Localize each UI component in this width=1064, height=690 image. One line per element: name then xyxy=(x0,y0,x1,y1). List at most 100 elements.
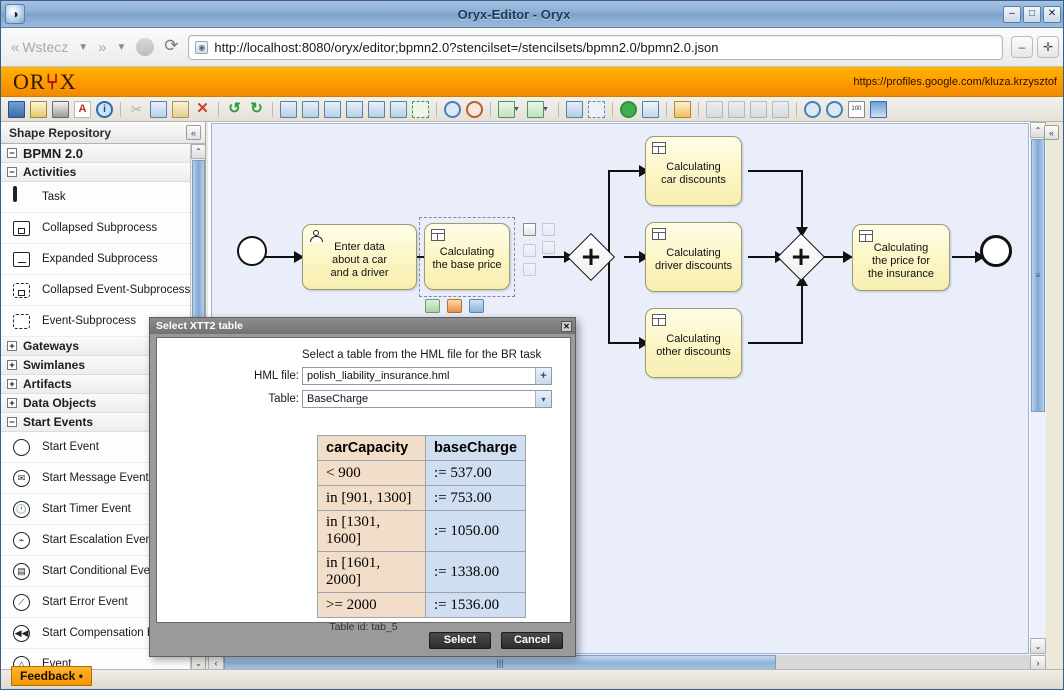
bring-to-front-button[interactable] xyxy=(704,100,725,118)
zoom-in-editor-button[interactable] xyxy=(442,100,463,118)
start-event[interactable] xyxy=(237,236,267,266)
parallel-gateway-join[interactable]: + xyxy=(776,232,826,282)
sidebar-group-bpmn-2-0[interactable]: − BPMN 2.0 xyxy=(1,144,191,163)
expand-icon[interactable]: + xyxy=(7,360,17,370)
close-button[interactable]: ✕ xyxy=(1043,5,1061,23)
user-profile-link[interactable]: https://profiles.google.com/kluza.krzysz… xyxy=(853,76,1057,88)
info-button[interactable]: i xyxy=(94,100,115,118)
stop-icon[interactable] xyxy=(136,38,155,56)
paste-button[interactable] xyxy=(170,100,191,118)
resize-handle-tr[interactable] xyxy=(542,223,555,236)
forward-button[interactable]: » xyxy=(94,39,110,56)
align-right-button[interactable] xyxy=(388,100,409,118)
chevron-down-icon[interactable]: ▾ xyxy=(535,391,551,407)
reload-icon[interactable]: ⟳ xyxy=(160,36,182,58)
shape-menu-table-icon[interactable] xyxy=(469,299,484,313)
sidebar-scroll-thumb[interactable] xyxy=(192,160,205,334)
cancel-button[interactable]: Cancel xyxy=(501,631,563,649)
right-panel-collapse-button[interactable]: « xyxy=(1044,125,1059,140)
save-as-button[interactable] xyxy=(28,100,49,118)
align-left-button[interactable] xyxy=(344,100,365,118)
copy-button[interactable] xyxy=(148,100,169,118)
end-event[interactable] xyxy=(980,235,1012,267)
expand-icon[interactable]: + xyxy=(7,379,17,389)
sidebar-item-label: Task xyxy=(42,191,66,203)
align-middle-button[interactable] xyxy=(300,100,321,118)
align-top-button[interactable] xyxy=(322,100,343,118)
new-shape-button[interactable] xyxy=(640,100,661,118)
feedback-button[interactable]: Feedback • xyxy=(11,666,92,686)
hml-file-input[interactable]: polish_liability_insurance.hml + xyxy=(302,367,552,385)
fullscreen-button[interactable] xyxy=(868,100,889,118)
cut-button[interactable]: ✂ xyxy=(126,101,147,118)
back-button[interactable]: « Wstecz xyxy=(7,39,72,56)
task-label: Calculating other discounts xyxy=(656,333,731,358)
canvas-zoom-out-button[interactable] xyxy=(824,100,845,118)
sidebar-scroll-up-icon[interactable]: ⌃ xyxy=(191,144,205,159)
export-menu-button[interactable]: ▼ xyxy=(496,100,524,118)
oryx-logo[interactable]: OR⑂X xyxy=(9,69,77,95)
forward-history-dropdown[interactable]: ▼ xyxy=(110,42,132,53)
collapse-icon[interactable]: − xyxy=(7,417,17,427)
shape-menu-attach-icon[interactable] xyxy=(425,299,440,313)
task-calculating-car-discounts[interactable]: Calculating car discounts xyxy=(645,136,742,206)
bring-forward-button[interactable] xyxy=(726,100,747,118)
expand-icon[interactable]: + xyxy=(7,341,17,351)
resize-handle-bl[interactable] xyxy=(523,263,536,276)
expand-icon[interactable]: + xyxy=(7,398,17,408)
print-button[interactable] xyxy=(50,100,71,118)
zoom-percent-button[interactable]: 100 xyxy=(846,100,867,118)
undo-button[interactable]: ↺ xyxy=(224,100,245,118)
minimize-button[interactable]: – xyxy=(1003,5,1021,23)
syntax-check-button[interactable] xyxy=(672,100,693,118)
zoom-out-editor-button[interactable] xyxy=(464,100,485,118)
resize-handle-ml[interactable] xyxy=(523,244,536,257)
back-history-dropdown[interactable]: ▼ xyxy=(72,42,94,53)
zoom-in-button[interactable]: ✛ xyxy=(1037,36,1059,58)
sidebar-item-expanded-subprocess[interactable]: Expanded Subprocess xyxy=(1,244,191,275)
task-calculating-base-price[interactable]: Calculating the base price xyxy=(424,223,510,290)
send-backward-button[interactable] xyxy=(748,100,769,118)
ungroup-button[interactable] xyxy=(586,100,607,118)
canvas-vertical-scrollbar[interactable]: ⌃ ≡ ⌄ xyxy=(1030,122,1046,671)
maximize-button[interactable]: □ xyxy=(1023,5,1041,23)
sidebar-collapse-button[interactable]: « xyxy=(186,125,201,140)
sidebar-item-task[interactable]: Task xyxy=(1,182,191,213)
task-calculating-other-discounts[interactable]: Calculating other discounts xyxy=(645,308,742,378)
import-menu-button[interactable]: ▼ xyxy=(525,100,553,118)
sidebar-item-collapsed-subprocess[interactable]: Collapsed Subprocess xyxy=(1,213,191,244)
collapse-icon[interactable]: − xyxy=(7,167,17,177)
sidebar-group-label: Gateways xyxy=(23,339,80,353)
group-button[interactable] xyxy=(564,100,585,118)
dialog-close-icon[interactable]: ✕ xyxy=(561,320,572,332)
delete-button[interactable]: ✕ xyxy=(192,100,213,118)
canvas-v-scroll-thumb[interactable]: ≡ xyxy=(1031,139,1045,412)
same-size-button[interactable] xyxy=(410,100,431,118)
canvas-zoom-in-button[interactable] xyxy=(802,100,823,118)
shape-menu-edit-icon[interactable] xyxy=(447,299,462,313)
export-pdf-button[interactable]: A xyxy=(72,100,93,118)
oryx-logo-left: OR xyxy=(13,68,46,94)
align-bottom-button[interactable] xyxy=(278,100,299,118)
address-bar-url: http://localhost:8080/oryx/editor;bpmn2.… xyxy=(214,39,719,55)
sidebar-item-collapsed-event-subprocess[interactable]: Collapsed Event-Subprocess xyxy=(1,275,191,306)
hml-file-label: HML file: xyxy=(254,370,299,382)
align-center-button[interactable] xyxy=(366,100,387,118)
resize-handle-mr[interactable] xyxy=(542,241,555,254)
task-calculating-driver-discounts[interactable]: Calculating driver discounts xyxy=(645,222,742,292)
hml-file-add-icon[interactable]: + xyxy=(535,368,551,384)
add-button[interactable] xyxy=(618,100,639,118)
send-to-back-button[interactable] xyxy=(770,100,791,118)
task-enter-data[interactable]: Enter data about a car and a driver xyxy=(302,224,417,290)
resize-handle-tl[interactable] xyxy=(523,223,536,236)
redo-button[interactable]: ↻ xyxy=(246,100,267,118)
table-select-dropdown[interactable]: BaseCharge ▾ xyxy=(302,390,552,408)
canvas-scroll-down-icon[interactable]: ⌄ xyxy=(1030,638,1046,654)
select-button[interactable]: Select xyxy=(429,631,491,649)
address-bar[interactable]: ◉ http://localhost:8080/oryx/editor;bpmn… xyxy=(188,34,1003,60)
task-calculating-price-for-insurance[interactable]: Calculating the price for the insurance xyxy=(852,224,950,291)
collapse-icon[interactable]: − xyxy=(7,148,17,158)
save-button[interactable] xyxy=(6,100,27,118)
zoom-out-button[interactable]: – xyxy=(1011,36,1033,58)
sidebar-group-activities[interactable]: − Activities xyxy=(1,163,191,182)
